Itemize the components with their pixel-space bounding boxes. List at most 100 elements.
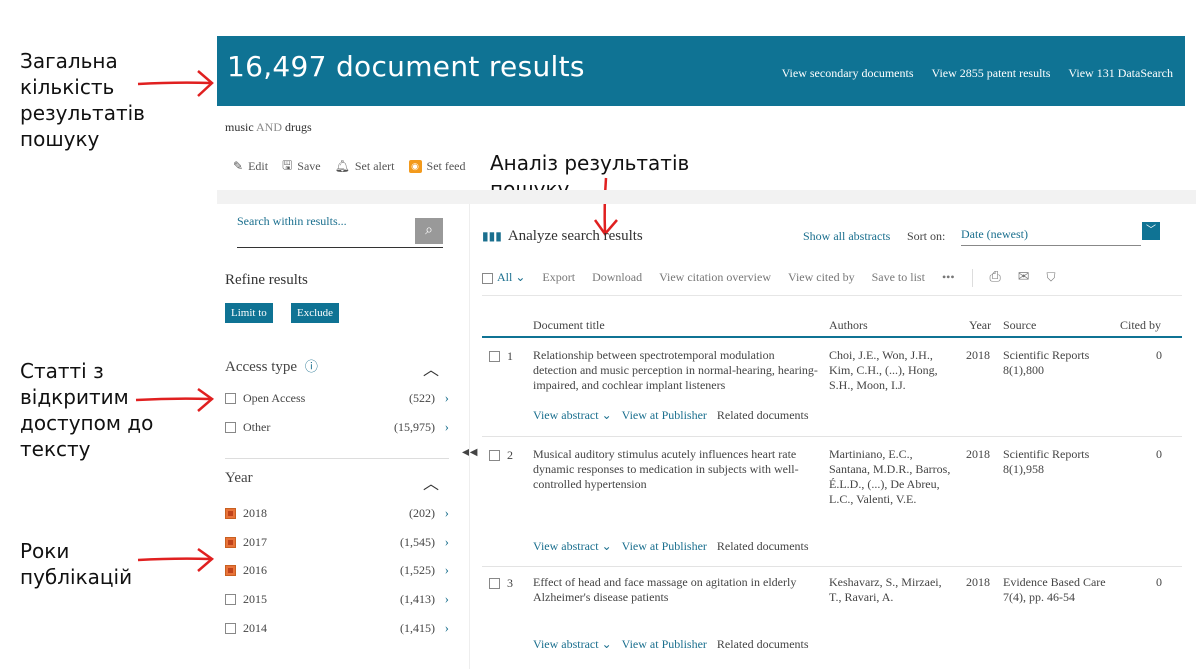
access-type-title[interactable]: Access type ⓘ — [225, 356, 318, 376]
sort-on-label: Sort on: — [907, 229, 946, 243]
cited-by-count[interactable]: 0 — [1130, 348, 1162, 363]
export-button[interactable]: Export — [542, 270, 575, 285]
search-icon[interactable]: ⌕ — [415, 218, 443, 244]
view-abstract-link[interactable]: View abstract ⌄ — [533, 637, 612, 652]
exclude-button[interactable]: Exclude — [291, 303, 340, 323]
search-within-results[interactable]: Search within results... ⌕ — [237, 212, 443, 248]
chevron-up-icon[interactable]: ︿ — [423, 356, 439, 380]
year-2018-checkbox[interactable] — [225, 508, 236, 519]
save-to-list-button[interactable]: Save to list — [872, 270, 925, 285]
select-all-checkbox[interactable]: All ⌄ — [482, 270, 525, 285]
chevron-right-icon[interactable]: › — [445, 620, 449, 636]
chevron-down-icon: ⌄ — [512, 270, 526, 284]
document-title-link[interactable]: Musical auditory stimulus acutely influe… — [533, 447, 820, 492]
source-link[interactable]: Scientific Reports 8(1),800 — [1003, 348, 1113, 378]
column-authors[interactable]: Authors — [829, 318, 868, 333]
view-secondary-documents-link[interactable]: View secondary documents — [782, 66, 914, 81]
row-checkbox[interactable] — [489, 578, 500, 589]
row-checkbox[interactable] — [489, 450, 500, 461]
related-documents-link[interactable]: Related documents — [717, 408, 809, 423]
related-documents-link[interactable]: Related documents — [717, 637, 809, 652]
chevron-up-icon[interactable]: ︿ — [423, 470, 439, 494]
authors-list[interactable]: Martiniano, E.C., Santana, M.D.R., Barro… — [829, 447, 955, 507]
chevron-right-icon[interactable]: › — [445, 505, 449, 521]
year-title[interactable]: Year — [225, 470, 253, 487]
view-citation-overview-button[interactable]: View citation overview — [659, 270, 771, 285]
row-checkbox[interactable] — [489, 351, 500, 362]
column-year[interactable]: Year — [969, 318, 991, 333]
search-query: music AND drugs — [225, 120, 312, 135]
year-2015-checkbox[interactable] — [225, 594, 236, 605]
column-source[interactable]: Source — [1003, 318, 1036, 333]
year-2017-checkbox[interactable] — [225, 537, 236, 548]
chevron-right-icon[interactable]: › — [445, 534, 449, 550]
set-feed-button[interactable]: ◉ Set feed — [408, 156, 466, 177]
email-icon[interactable]: ✉ — [1018, 269, 1030, 286]
view-cited-by-button[interactable]: View cited by — [788, 270, 855, 285]
view-at-publisher-link[interactable]: View at Publisher — [622, 539, 707, 554]
annotation-arrow-years — [137, 547, 215, 572]
results-header: 16,497 document results View secondary d… — [217, 36, 1185, 106]
chevron-right-icon[interactable]: › — [445, 562, 449, 578]
facet-year-2018[interactable]: 2018 (202) › — [225, 505, 449, 525]
row-divider — [482, 436, 1182, 437]
year-2014-checkbox[interactable] — [225, 623, 236, 634]
facet-year-2014[interactable]: 2014 (1,415) › — [225, 620, 449, 640]
facet-open-access[interactable]: Open Access (522) › — [225, 390, 449, 410]
document-title-link[interactable]: Effect of head and face massage on agita… — [533, 575, 820, 605]
row-number: 1 — [507, 349, 513, 363]
facet-year-2015[interactable]: 2015 (1,413) › — [225, 591, 449, 611]
download-button[interactable]: Download — [592, 270, 642, 285]
annotation-years: Роки публікацій — [20, 539, 133, 589]
related-documents-link[interactable]: Related documents — [717, 539, 809, 554]
save-button[interactable]: 🖫 Save — [282, 156, 321, 177]
other-checkbox[interactable] — [225, 422, 236, 433]
open-access-checkbox[interactable] — [225, 393, 236, 404]
chevron-right-icon[interactable]: › — [445, 390, 449, 406]
facet-year-2016[interactable]: 2016 (1,525) › — [225, 562, 449, 582]
cited-by-count[interactable]: 0 — [1130, 575, 1162, 590]
column-document-title[interactable]: Document title — [533, 318, 605, 333]
bar-chart-icon: ▮▮▮ — [482, 229, 502, 243]
sort-select[interactable]: Date (newest) — [961, 224, 1141, 246]
view-abstract-link[interactable]: View abstract ⌄ — [533, 539, 612, 554]
source-link[interactable]: Evidence Based Care 7(4), pp. 46-54 — [1003, 575, 1113, 605]
limit-to-button[interactable]: Limit to — [225, 303, 273, 323]
bibliography-icon[interactable]: ⛉ — [1046, 270, 1055, 285]
chevron-down-icon: ⌄ — [601, 539, 612, 553]
search-within-placeholder: Search within results... — [237, 214, 347, 228]
header-links: View secondary documents View 2855 paten… — [782, 66, 1173, 81]
row-number: 3 — [507, 576, 513, 590]
info-icon[interactable]: ⓘ — [305, 359, 318, 374]
view-at-publisher-link[interactable]: View at Publisher — [622, 408, 707, 423]
view-at-publisher-link[interactable]: View at Publisher — [622, 637, 707, 652]
source-link[interactable]: Scientific Reports 8(1),958 — [1003, 447, 1113, 477]
more-options-button[interactable]: ••• — [942, 270, 955, 285]
cited-by-count[interactable]: 0 — [1130, 447, 1162, 462]
view-abstract-link[interactable]: View abstract ⌄ — [533, 408, 612, 423]
view-datasearch-link[interactable]: View 131 DataSearch — [1068, 66, 1173, 81]
bell-icon: 🔔︎ — [334, 159, 350, 173]
authors-list[interactable]: Choi, J.E., Won, J.H., Kim, C.H., (...),… — [829, 348, 955, 393]
set-alert-button[interactable]: 🔔︎ Set alert — [335, 156, 395, 177]
analyze-search-results-link[interactable]: ▮▮▮ Analyze search results — [482, 228, 643, 245]
edit-button[interactable]: ✎ Edit — [233, 156, 268, 177]
facet-divider — [225, 458, 449, 459]
annotation-arrow-open-access — [135, 387, 215, 412]
chevron-right-icon[interactable]: › — [445, 419, 449, 435]
document-title-link[interactable]: Relationship between spectrotemporal mod… — [533, 348, 820, 393]
facet-other[interactable]: Other (15,975) › — [225, 419, 449, 439]
facet-year-2017[interactable]: 2017 (1,545) › — [225, 534, 449, 554]
results-panel: ▮▮▮ Analyze search results Show all abst… — [469, 204, 1196, 669]
authors-list[interactable]: Keshavarz, S., Mirzaei, T., Ravari, A. — [829, 575, 955, 605]
show-all-abstracts-link[interactable]: Show all abstracts — [803, 229, 890, 244]
row-year: 2018 — [966, 348, 990, 362]
query-term-1: music — [225, 120, 254, 134]
column-cited-by[interactable]: Cited by — [1120, 318, 1161, 333]
year-2016-checkbox[interactable] — [225, 565, 236, 576]
view-patent-results-link[interactable]: View 2855 patent results — [932, 66, 1051, 81]
print-icon[interactable]: ⎙ — [990, 270, 1001, 286]
chevron-down-icon[interactable]: ﹀ — [1142, 222, 1160, 240]
results-actions-bar: All ⌄ Export Download View citation over… — [482, 264, 1182, 296]
chevron-right-icon[interactable]: › — [445, 591, 449, 607]
